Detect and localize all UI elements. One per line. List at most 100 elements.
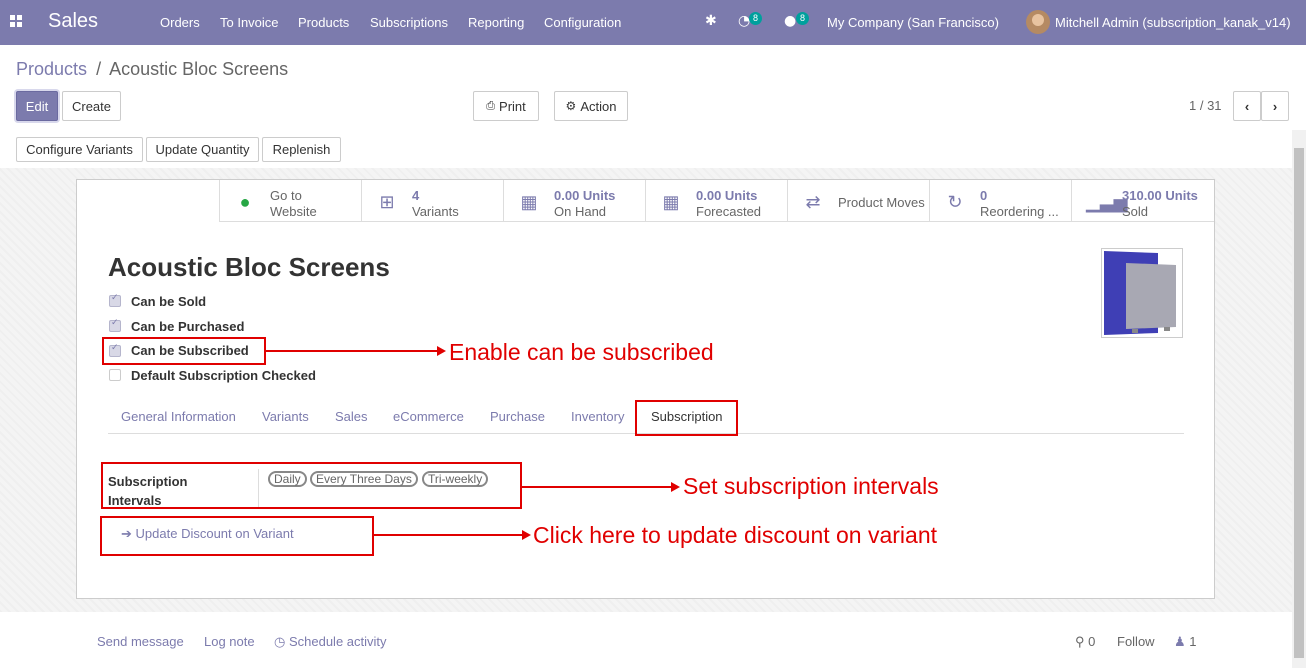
stat-go-to-website[interactable]: ● Go to Website: [219, 180, 362, 222]
menu-products[interactable]: Products: [298, 15, 349, 30]
tab-purchase[interactable]: Purchase: [490, 409, 545, 424]
create-button[interactable]: Create: [62, 91, 121, 121]
scrollbar-thumb[interactable]: [1294, 148, 1304, 658]
menu-orders[interactable]: Orders: [160, 15, 200, 30]
top-navbar: Sales Orders To Invoice Products Subscri…: [0, 0, 1306, 45]
product-name[interactable]: Acoustic Bloc Screens: [108, 252, 390, 283]
pager-next-button[interactable]: ›: [1261, 91, 1289, 121]
vertical-scrollbar[interactable]: [1292, 130, 1306, 668]
stat-line2: Forecasted: [696, 204, 762, 219]
attachments-button[interactable]: ⚲ 0: [1075, 634, 1095, 650]
annotation-box-can-be-subscribed: [102, 337, 266, 365]
annotation-enable-subscribed: Enable can be subscribed: [449, 339, 714, 365]
product-image-screens: [1104, 251, 1176, 335]
action-button[interactable]: ⚙ Action: [554, 91, 628, 121]
stat-product-moves[interactable]: ⇄ Product Moves: [787, 180, 930, 222]
stat-line2: Website: [270, 204, 317, 219]
send-message-button[interactable]: Send message: [97, 634, 184, 649]
breadcrumb-current: Acoustic Bloc Screens: [109, 59, 289, 79]
chevron-right-icon: ›: [1272, 98, 1278, 114]
stat-line2: On Hand: [554, 204, 607, 219]
tab-inventory[interactable]: Inventory: [571, 409, 624, 424]
clock-icon: ◷: [274, 634, 286, 649]
can-be-purchased-checkbox[interactable]: [109, 318, 121, 332]
stat-line1: 310.00 Units: [1122, 188, 1198, 203]
user-avatar[interactable]: [1026, 10, 1050, 34]
attachments-count: 0: [1088, 634, 1096, 649]
globe-icon: ●: [239, 192, 251, 212]
tab-ecommerce[interactable]: eCommerce: [393, 409, 464, 424]
stat-line1: 0.00 Units: [696, 188, 758, 203]
can-be-sold-checkbox[interactable]: [109, 293, 121, 307]
breadcrumb-separator: /: [96, 59, 102, 79]
stat-variants[interactable]: ⊞ 4 Variants: [361, 180, 504, 222]
menu-configuration[interactable]: Configuration: [544, 15, 621, 30]
menu-reporting[interactable]: Reporting: [468, 15, 524, 30]
stat-line2: Variants: [412, 204, 459, 219]
user-icon: ♟: [1174, 634, 1186, 649]
chevron-left-icon: ‹: [1244, 98, 1250, 114]
configure-variants-button[interactable]: Configure Variants: [16, 137, 143, 162]
breadcrumb-products-link[interactable]: Products: [16, 59, 87, 79]
stat-reordering[interactable]: ↻ 0 Reordering ...: [929, 180, 1072, 222]
stat-line2: Sold: [1122, 204, 1149, 219]
stat-forecasted[interactable]: ▦ 0.00 Units Forecasted: [645, 180, 788, 222]
annotation-update-discount: Click here to update discount on variant: [533, 522, 938, 548]
product-image[interactable]: [1101, 248, 1183, 338]
company-switcher[interactable]: My Company (San Francisco): [827, 15, 999, 30]
stat-line1: Product Moves: [838, 195, 925, 210]
signal-icon: ▁▃▅: [1086, 192, 1128, 212]
default-subscription-label: Default Subscription Checked: [131, 368, 316, 383]
gear-icon: ⚙: [565, 99, 577, 113]
update-quantity-button[interactable]: Update Quantity: [146, 137, 259, 162]
messages-chat-icon[interactable]: ●: [784, 13, 796, 29]
stat-on-hand[interactable]: ▦ 0.00 Units On Hand: [503, 180, 646, 222]
can-be-purchased-label: Can be Purchased: [131, 319, 245, 334]
can-be-sold-label: Can be Sold: [131, 294, 207, 309]
replenish-button[interactable]: Replenish: [262, 137, 341, 162]
app-name[interactable]: Sales: [48, 10, 98, 33]
pager-previous-button[interactable]: ‹: [1233, 91, 1261, 121]
annotation-arrow-can-be-subscribed: [266, 346, 446, 356]
stat-line1: Go to: [270, 188, 302, 203]
edit-button[interactable]: Edit: [16, 91, 58, 121]
followers-count: 1: [1189, 634, 1197, 649]
cubes-icon: ▦: [520, 192, 538, 212]
breadcrumb: Products / Acoustic Bloc Screens: [16, 59, 288, 80]
print-button[interactable]: ⎙ Print: [473, 91, 539, 121]
follow-button[interactable]: Follow: [1117, 634, 1155, 649]
stat-line1: 0: [980, 188, 988, 203]
annotation-arrow-discount: [374, 530, 531, 540]
tab-sales[interactable]: Sales: [335, 409, 368, 424]
annotation-box-subscription-intervals: [101, 462, 522, 509]
exchange-icon: ⇄: [805, 192, 821, 212]
annotation-arrow-intervals: [522, 482, 680, 492]
stat-line2: Reordering ...: [980, 204, 1059, 219]
apps-menu-icon[interactable]: [10, 15, 23, 28]
refresh-icon: ↻: [947, 192, 963, 212]
menu-to-invoice[interactable]: To Invoice: [220, 15, 279, 30]
messages-count-badge: 8: [796, 12, 810, 25]
annotation-box-update-discount: [100, 516, 374, 556]
default-subscription-checkbox[interactable]: [109, 369, 121, 381]
tab-variants[interactable]: Variants: [262, 409, 309, 424]
schedule-activity-button[interactable]: ◷ Schedule activity: [274, 634, 387, 650]
debug-bug-icon[interactable]: ✱: [705, 13, 717, 29]
schedule-activity-label: Schedule activity: [288, 634, 387, 649]
annotation-set-intervals: Set subscription intervals: [683, 473, 939, 499]
activity-count-badge: 8: [749, 12, 763, 25]
menu-subscriptions[interactable]: Subscriptions: [370, 15, 448, 30]
pager-value[interactable]: 1 / 31: [1189, 98, 1222, 113]
tab-general-information[interactable]: General Information: [121, 409, 236, 424]
annotation-box-subscription-tab: [635, 400, 738, 436]
stat-sold[interactable]: ▁▃▅ 310.00 Units Sold: [1071, 180, 1214, 222]
print-icon: ⎙: [486, 99, 496, 112]
print-label: Print: [499, 98, 526, 114]
followers-button[interactable]: ♟ 1: [1174, 634, 1197, 650]
cubes-icon: ▦: [662, 192, 680, 212]
log-note-button[interactable]: Log note: [204, 634, 255, 649]
sitemap-icon: ⊞: [379, 192, 395, 212]
stat-line1: 4: [412, 188, 420, 203]
user-menu[interactable]: Mitchell Admin (subscription_kanak_v14): [1055, 15, 1291, 30]
stat-line1: 0.00 Units: [554, 188, 616, 203]
